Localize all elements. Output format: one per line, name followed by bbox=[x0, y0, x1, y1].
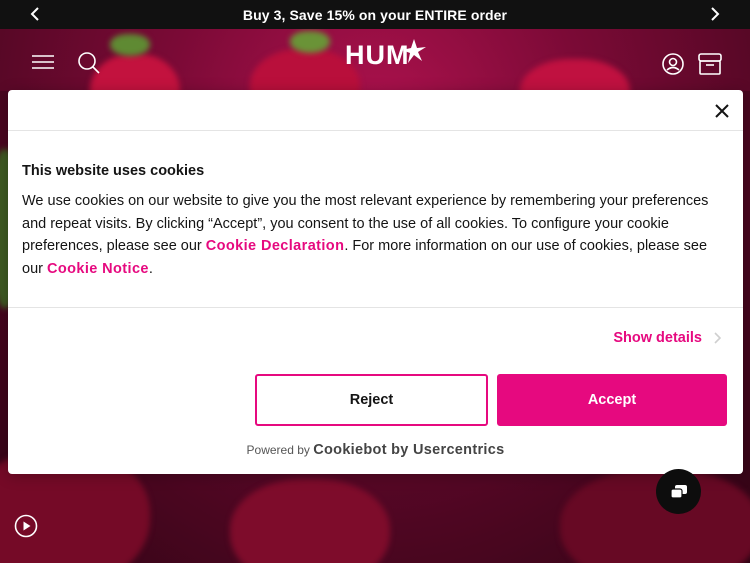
show-details-label: Show details bbox=[613, 330, 702, 346]
cookie-text-part: . bbox=[148, 260, 153, 277]
show-details-link[interactable]: Show details bbox=[613, 330, 721, 346]
search-icon[interactable] bbox=[75, 49, 103, 77]
chat-button[interactable] bbox=[656, 469, 701, 514]
dialog-divider bbox=[8, 130, 743, 131]
reject-button[interactable]: Reject bbox=[255, 374, 488, 426]
close-icon[interactable] bbox=[711, 100, 733, 122]
chat-icon bbox=[669, 484, 687, 499]
play-icon[interactable] bbox=[14, 514, 38, 538]
dialog-divider bbox=[8, 307, 743, 308]
site-header: HUM bbox=[0, 29, 750, 91]
cookie-notice-link[interactable]: Cookie Notice bbox=[47, 261, 149, 277]
promo-bar: Buy 3, Save 15% on your ENTIRE order bbox=[0, 0, 750, 29]
accept-button[interactable]: Accept bbox=[497, 374, 727, 426]
cookie-declaration-link[interactable]: Cookie Declaration bbox=[206, 238, 345, 254]
cookie-dialog: This website uses cookies We use cookies… bbox=[8, 90, 743, 474]
cookie-dialog-text: We use cookies on our website to give yo… bbox=[22, 190, 728, 280]
promo-text[interactable]: Buy 3, Save 15% on your ENTIRE order bbox=[243, 7, 507, 23]
cookiebot-brand: Cookiebot by Usercentrics bbox=[313, 442, 505, 458]
cookie-dialog-title: This website uses cookies bbox=[22, 163, 205, 179]
powered-by[interactable]: Powered by Cookiebot by Usercentrics bbox=[8, 442, 743, 458]
powered-by-prefix: Powered by bbox=[246, 443, 310, 457]
menu-icon[interactable] bbox=[29, 48, 57, 76]
chevron-left-icon[interactable] bbox=[25, 4, 45, 24]
cart-icon[interactable] bbox=[696, 50, 724, 78]
account-icon[interactable] bbox=[659, 50, 687, 78]
chevron-right-icon[interactable] bbox=[705, 4, 725, 24]
star-logo-icon bbox=[400, 37, 428, 65]
chevron-right-icon bbox=[714, 332, 721, 344]
